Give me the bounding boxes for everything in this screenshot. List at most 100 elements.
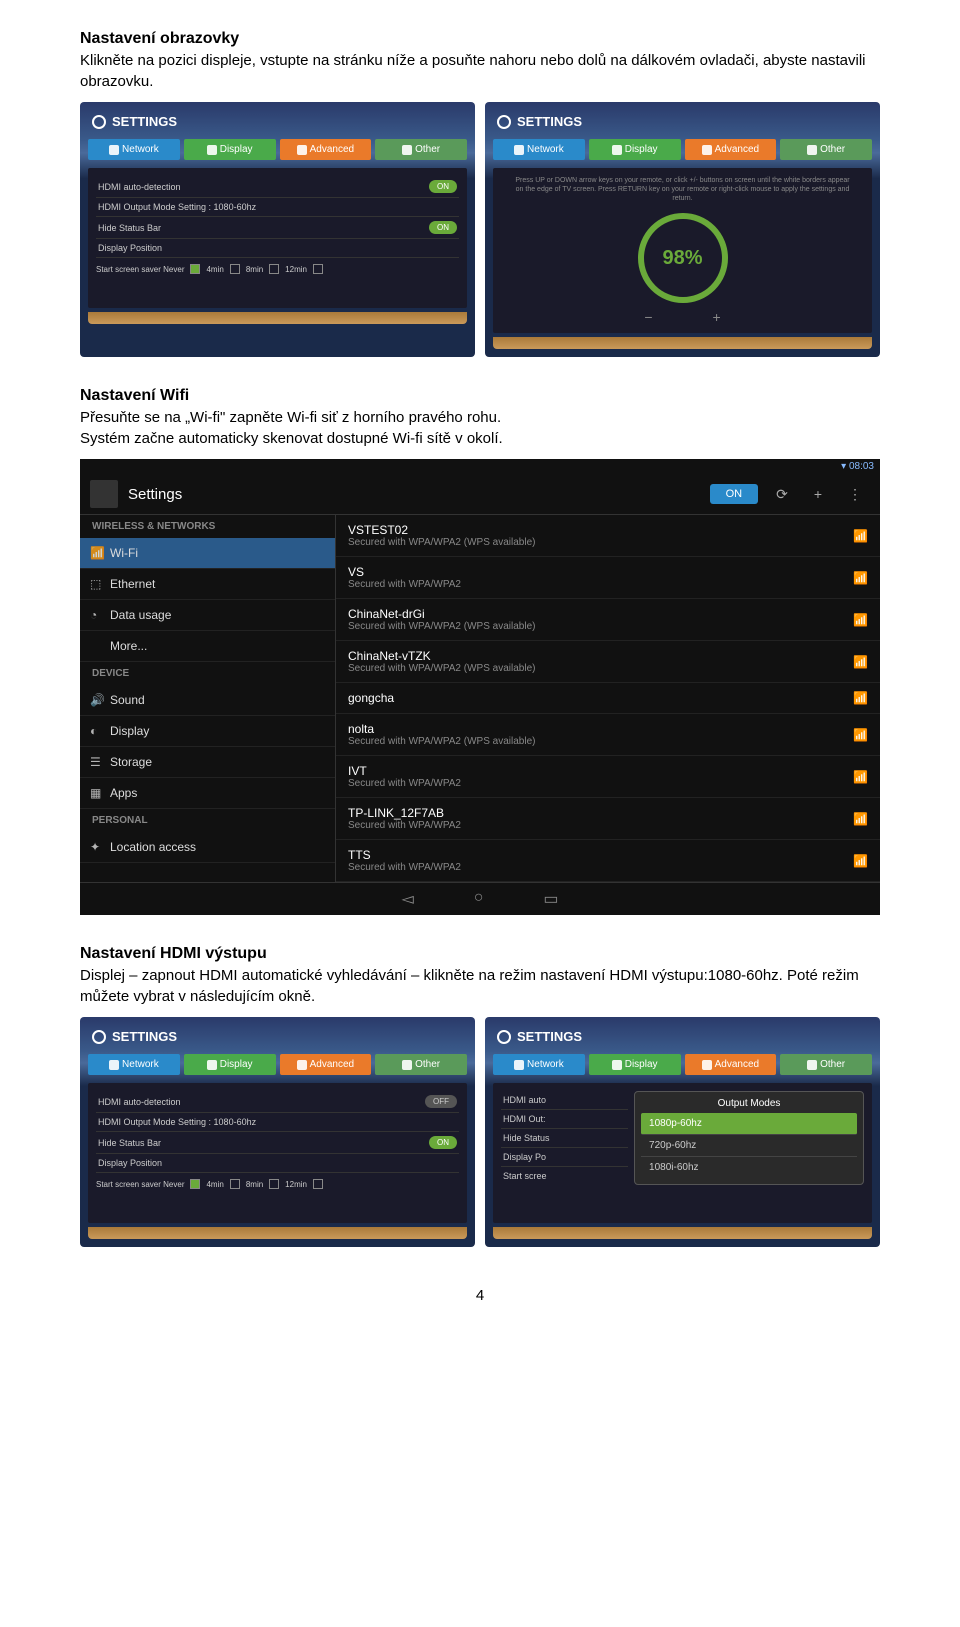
settings-panel-right: SETTINGS Network Display Advanced Other … (485, 102, 880, 357)
checkbox-4min[interactable] (230, 264, 240, 274)
left-item-wifi[interactable]: 📶Wi-Fi (80, 538, 335, 569)
wifi-network-item[interactable]: VSSecured with WPA/WPA2📶 (336, 557, 880, 599)
display-position-body: Press UP or DOWN arrow keys on your remo… (493, 168, 872, 333)
wifi-status-icon: ▾ (841, 461, 846, 472)
nav-bar: ◅ ○ ▭ (80, 882, 880, 915)
add-icon[interactable]: + (806, 486, 830, 502)
row-hdmi-auto[interactable]: HDMI auto-detection ON (96, 176, 459, 198)
tab-network[interactable]: Network (88, 139, 180, 160)
row-hide-status[interactable]: Hide Status Bar ON (96, 217, 459, 239)
row-hdmi-mode[interactable]: HDMI Output Mode Setting : 1080-60hz (96, 198, 459, 217)
plus-button[interactable]: + (713, 309, 721, 325)
ring-controls: − + (644, 309, 720, 325)
wifi-icon: 📶 (90, 546, 104, 560)
toggle-on[interactable]: ON (429, 1136, 457, 1149)
zoom-ring: 98% (638, 213, 728, 303)
monitor-icon (612, 145, 622, 155)
wifi-signal-icon: 📶 (853, 812, 868, 826)
row-hide-status[interactable]: Hide Status BarON (96, 1132, 459, 1154)
tab-display[interactable]: Display (589, 1054, 681, 1075)
recents-icon[interactable]: ▭ (543, 889, 558, 909)
mode-option-1080i[interactable]: 1080i-60hz (641, 1157, 857, 1178)
tab-other[interactable]: Other (375, 139, 467, 160)
checkbox-4min[interactable] (230, 1179, 240, 1189)
refresh-icon[interactable]: ⟳ (768, 486, 796, 503)
row-hdmi-auto[interactable]: HDMI auto-detectionOFF (96, 1091, 459, 1113)
left-item-storage[interactable]: ☰Storage (80, 747, 335, 778)
checkbox-12min[interactable] (313, 1179, 323, 1189)
wifi-network-item[interactable]: ChinaNet-vTZKSecured with WPA/WPA2 (WPS … (336, 641, 880, 683)
tab-advanced[interactable]: Advanced (280, 139, 372, 160)
app-icon[interactable] (90, 480, 118, 508)
tab-network[interactable]: Network (493, 1054, 585, 1075)
left-item-display[interactable]: ◐Display (80, 716, 335, 747)
tab-advanced[interactable]: Advanced (685, 1054, 777, 1075)
wifi-network-item[interactable]: noltaSecured with WPA/WPA2 (WPS availabl… (336, 714, 880, 756)
section-text-hdmi: Displej – zapnout HDMI automatické vyhle… (80, 965, 880, 1007)
tab-advanced[interactable]: Advanced (280, 1054, 372, 1075)
action-bar: Settings ON ⟳ + ⋮ (80, 474, 880, 515)
mode-option-1080p[interactable]: 1080p-60hz (641, 1113, 857, 1135)
row-display-position[interactable]: Display Position (96, 239, 459, 258)
apps-icon: ▦ (90, 786, 104, 800)
android-settings-screenshot: ▾ 08:03 Settings ON ⟳ + ⋮ WIRELESS & NET… (80, 459, 880, 915)
toggle-off[interactable]: OFF (425, 1095, 457, 1108)
gear-icon (92, 115, 106, 129)
monitor-icon (612, 1060, 622, 1070)
tab-network[interactable]: Network (88, 1054, 180, 1075)
puzzle-icon (402, 1060, 412, 1070)
left-header-wireless: WIRELESS & NETWORKS (80, 515, 335, 538)
checkbox-8min[interactable] (269, 264, 279, 274)
mode-option-720p[interactable]: 720p-60hz (641, 1135, 857, 1157)
checkbox-never[interactable] (190, 1179, 200, 1189)
tab-other[interactable]: Other (780, 1054, 872, 1075)
location-icon: ✦ (90, 840, 104, 854)
minus-button[interactable]: − (644, 309, 652, 325)
puzzle-icon (807, 145, 817, 155)
overflow-icon[interactable]: ⋮ (840, 486, 870, 503)
left-item-sound[interactable]: 🔊Sound (80, 685, 335, 716)
wifi-network-item[interactable]: ChinaNet-drGiSecured with WPA/WPA2 (WPS … (336, 599, 880, 641)
row-hdmi-mode[interactable]: HDMI Output Mode Setting : 1080-60hz (96, 1113, 459, 1132)
ethernet-icon: ⬚ (90, 577, 104, 591)
checkbox-never[interactable] (190, 264, 200, 274)
popup-title: Output Modes (641, 1098, 857, 1113)
tab-other[interactable]: Other (780, 139, 872, 160)
left-item-location[interactable]: ✦Location access (80, 832, 335, 863)
checkbox-8min[interactable] (269, 1179, 279, 1189)
globe-icon (109, 145, 119, 155)
tab-display[interactable]: Display (184, 1054, 276, 1075)
left-item-apps[interactable]: ▦Apps (80, 778, 335, 809)
status-time: 08:03 (849, 461, 874, 472)
left-item-more[interactable]: More... (80, 631, 335, 662)
wifi-master-toggle[interactable]: ON (710, 484, 759, 504)
decorative-footer (88, 1227, 467, 1239)
wifi-network-item[interactable]: gongcha📶 (336, 683, 880, 714)
home-icon[interactable]: ○ (474, 889, 484, 909)
back-icon[interactable]: ◅ (401, 889, 413, 909)
decorative-footer (493, 337, 872, 349)
left-item-data[interactable]: ◔Data usage (80, 600, 335, 631)
settings-panel-left2: SETTINGS Network Display Advanced Other … (80, 1017, 475, 1247)
tab-network[interactable]: Network (493, 139, 585, 160)
wifi-network-item[interactable]: IVTSecured with WPA/WPA2📶 (336, 756, 880, 798)
globe-icon (514, 145, 524, 155)
toggle-on[interactable]: ON (429, 180, 457, 193)
wifi-signal-icon: 📶 (853, 770, 868, 784)
sound-icon: 🔊 (90, 693, 104, 707)
wifi-network-item[interactable]: TP-LINK_12F7ABSecured with WPA/WPA2📶 (336, 798, 880, 840)
wifi-network-item[interactable]: VSTEST02Secured with WPA/WPA2 (WPS avail… (336, 515, 880, 557)
tab-advanced[interactable]: Advanced (685, 139, 777, 160)
wifi-network-item[interactable]: TTSSecured with WPA/WPA2📶 (336, 840, 880, 882)
wifi-signal-icon: 📶 (853, 529, 868, 543)
wifi-signal-icon: 📶 (853, 691, 868, 705)
wifi-signal-icon: 📶 (853, 854, 868, 868)
toggle-on[interactable]: ON (429, 221, 457, 234)
left-item-ethernet[interactable]: ⬚Ethernet (80, 569, 335, 600)
tab-other[interactable]: Other (375, 1054, 467, 1075)
tab-display[interactable]: Display (184, 139, 276, 160)
tab-display[interactable]: Display (589, 139, 681, 160)
gear-icon (497, 1030, 511, 1044)
checkbox-12min[interactable] (313, 264, 323, 274)
row-display-position[interactable]: Display Position (96, 1154, 459, 1173)
